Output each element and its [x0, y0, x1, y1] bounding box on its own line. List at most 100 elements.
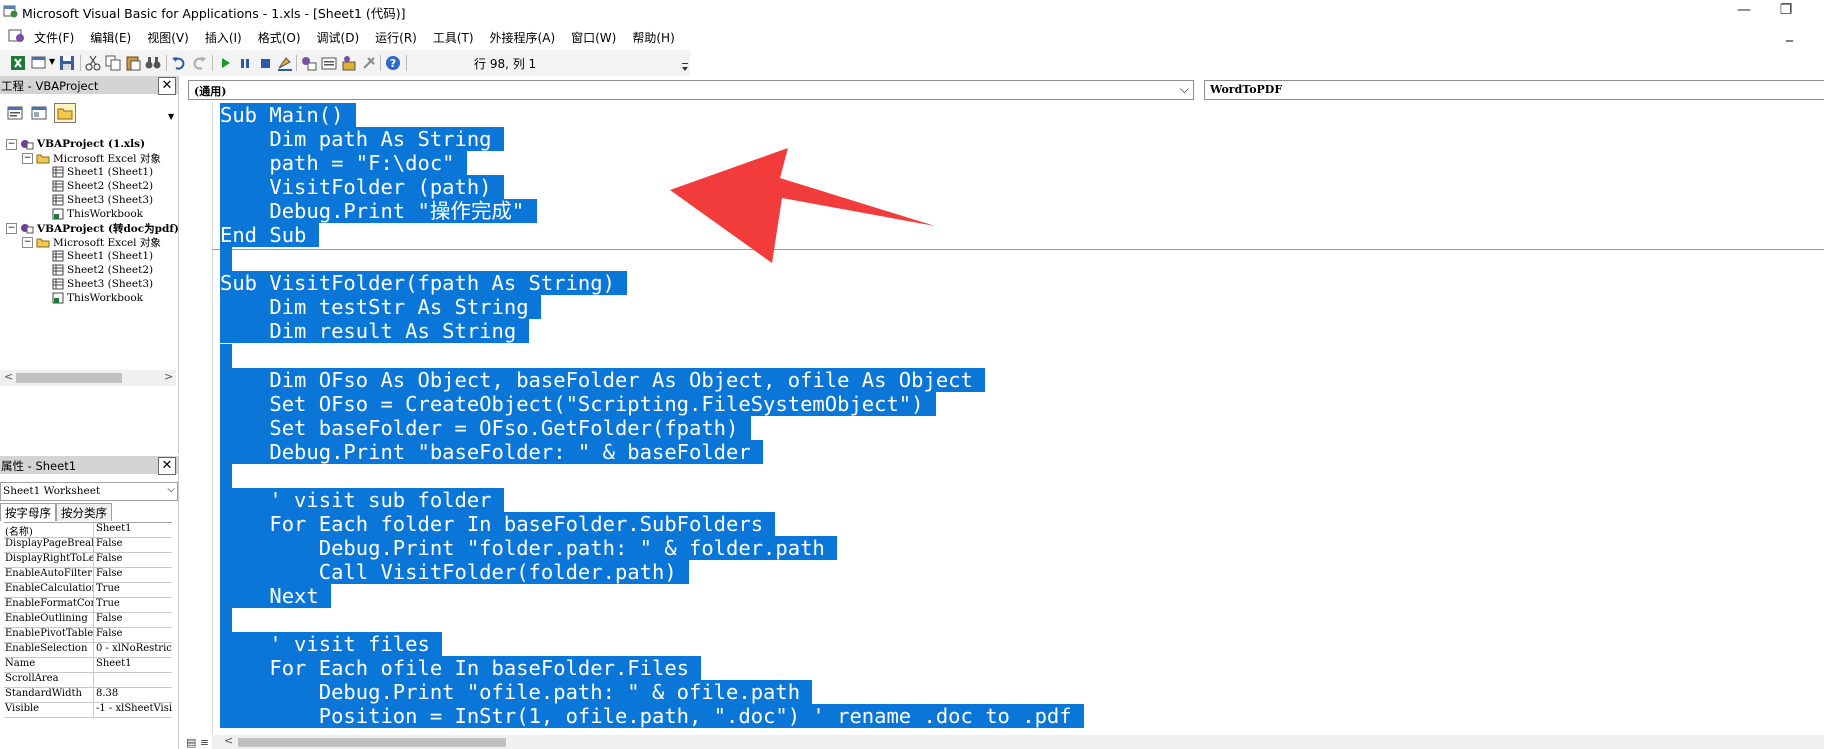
project-tree-scrollbar[interactable]: < > [0, 370, 176, 386]
collapse-toggle-icon[interactable]: − [22, 152, 33, 164]
code-line[interactable] [220, 247, 233, 272]
code-line[interactable]: Set baseFolder = OFso.GetFolder(fpath) [220, 415, 751, 440]
property-value[interactable]: True [94, 598, 172, 612]
code-line[interactable]: Debug.Print "folder.path: " & folder.pat… [220, 535, 838, 560]
close-icon[interactable]: ✕ [158, 77, 176, 95]
property-row[interactable]: (名称) Sheet1 [4, 523, 172, 538]
menu-item-1[interactable]: 编辑(E) [82, 29, 139, 46]
help-icon[interactable]: ? [384, 54, 402, 72]
code-editor[interactable]: Sub Main() Dim path As String path = "F:… [214, 102, 1824, 734]
scroll-right-icon[interactable]: > [164, 370, 173, 383]
find-icon[interactable] [144, 54, 162, 72]
property-value[interactable]: False [94, 568, 172, 582]
scroll-left-icon[interactable]: < [4, 370, 13, 383]
menu-item-10[interactable]: 帮助(H) [624, 29, 682, 46]
code-line[interactable]: Sub Main() [220, 103, 356, 127]
toolbox-icon[interactable] [360, 54, 378, 72]
property-row[interactable]: DisplayRightToLeft False [4, 553, 172, 568]
menu-item-0[interactable]: 文件(F) [26, 29, 82, 46]
code-line[interactable]: Debug.Print "操作完成" [220, 199, 537, 224]
code-line[interactable]: End Sub [220, 223, 319, 248]
code-line[interactable]: ' visit sub folder [220, 487, 504, 512]
code-line[interactable]: For Each ofile In baseFolder.Files [220, 656, 702, 681]
vba-menu-icon[interactable] [8, 28, 26, 44]
menu-item-4[interactable]: 格式(O) [250, 29, 309, 46]
excel-icon[interactable] [9, 54, 27, 72]
code-line[interactable] [220, 463, 233, 488]
break-icon[interactable] [236, 54, 254, 72]
document-minimize-button[interactable]: _ [1786, 26, 1793, 42]
code-line[interactable]: Debug.Print "ofile.path: " & ofile.path [220, 680, 813, 705]
code-line[interactable]: Dim OFso As Object, baseFolder As Object… [220, 367, 986, 392]
property-row[interactable]: Visible-1 - xlSheetVisible [4, 703, 172, 718]
property-value[interactable]: Sheet1 [94, 658, 172, 672]
code-line[interactable]: Next [220, 584, 332, 608]
toolbar-scroll[interactable]: ▼ [168, 104, 177, 124]
property-value[interactable]: False [94, 613, 172, 627]
scrollbar-thumb[interactable] [238, 738, 506, 747]
view-code-icon[interactable] [4, 103, 26, 123]
object-browser-icon[interactable] [340, 54, 358, 72]
property-row[interactable]: ScrollArea [4, 673, 172, 688]
code-line[interactable]: path = "F:\doc" [220, 151, 467, 176]
copy-icon[interactable] [104, 54, 122, 72]
object-combo[interactable]: (通用) ⌵ [188, 80, 1194, 100]
properties-tab-1[interactable]: 按分类序 [56, 503, 112, 521]
code-margin[interactable] [180, 102, 213, 734]
property-row[interactable]: DisplayPageBreaks False [4, 538, 172, 553]
property-value[interactable]: 8.38 [94, 688, 172, 702]
insert-userform-icon[interactable] [30, 54, 48, 72]
minimize-button[interactable]: — [1734, 2, 1754, 18]
menu-item-8[interactable]: 外接程序(A) [482, 29, 564, 46]
property-row[interactable]: EnableOutlining False [4, 613, 172, 628]
dropdown-arrow-icon[interactable]: ▼ [49, 57, 55, 66]
code-line[interactable] [220, 608, 233, 633]
property-row[interactable]: EnableFormatConditionsCalculationTrue [4, 598, 172, 613]
menu-item-7[interactable]: 工具(T) [425, 29, 482, 46]
view-object-icon[interactable] [28, 103, 50, 123]
collapse-toggle-icon[interactable]: − [6, 138, 17, 150]
restore-button[interactable]: ❐ [1776, 2, 1796, 18]
property-row[interactable]: StandardWidth 8.38 [4, 688, 172, 703]
toolbar-grip-icon[interactable] [681, 54, 689, 74]
procedure-combo[interactable]: WordToPDF [1204, 80, 1824, 100]
properties-window-icon[interactable] [320, 54, 338, 72]
code-line[interactable]: Set OFso = CreateObject("Scripting.FileS… [220, 391, 936, 416]
code-line[interactable]: Dim path As String [220, 127, 504, 152]
property-value[interactable]: 0 - xlNoRestrictions [94, 643, 172, 657]
property-row[interactable]: EnableAutoFilter False [4, 568, 172, 583]
view-toggle-buttons[interactable]: ▤ ≡ [186, 736, 209, 749]
cut-icon[interactable] [84, 54, 102, 72]
property-value[interactable]: False [94, 538, 172, 552]
code-line[interactable]: VisitFolder (path) [220, 175, 504, 200]
design-mode-icon[interactable] [276, 54, 294, 72]
chevron-down-icon[interactable]: ⌵ [1180, 82, 1189, 97]
scroll-left-icon[interactable]: < [224, 734, 233, 747]
object-select[interactable]: Sheet1 Worksheet ⌵ [0, 482, 178, 501]
collapse-toggle-icon[interactable]: − [6, 222, 17, 234]
chevron-down-icon[interactable]: ⌵ [167, 484, 175, 495]
save-icon[interactable] [58, 54, 76, 72]
code-line[interactable]: Debug.Print "baseFolder: " & baseFolder [220, 439, 764, 464]
menu-item-9[interactable]: 窗口(W) [563, 29, 624, 46]
code-line[interactable]: Dim result As String [220, 319, 529, 344]
reset-icon[interactable] [256, 54, 274, 72]
property-value[interactable]: -1 - xlSheetVisible [94, 703, 172, 717]
property-row[interactable]: EnablePivotTable False [4, 628, 172, 643]
code-horizontal-scrollbar[interactable]: < [212, 734, 1824, 749]
property-value[interactable]: True [94, 583, 172, 597]
close-icon[interactable]: ✕ [158, 457, 176, 475]
property-value[interactable] [94, 673, 172, 687]
properties-tab-0[interactable]: 按字母序 [0, 503, 56, 521]
property-row[interactable]: EnableSelection0 - xlNoRestrictions [4, 643, 172, 658]
property-value[interactable]: Sheet1 [94, 523, 172, 537]
code-line[interactable]: Call VisitFolder(folder.path) [220, 559, 689, 584]
property-row[interactable]: EnableCalculation True [4, 583, 172, 598]
undo-icon[interactable] [170, 54, 188, 72]
redo-icon[interactable] [190, 54, 208, 72]
collapse-toggle-icon[interactable]: − [22, 236, 33, 248]
code-line[interactable]: For Each folder In baseFolder.SubFolders [220, 511, 776, 536]
code-line[interactable]: Dim testStr As String [220, 295, 541, 320]
property-value[interactable]: False [94, 553, 172, 567]
toggle-folders-icon[interactable] [54, 103, 76, 123]
